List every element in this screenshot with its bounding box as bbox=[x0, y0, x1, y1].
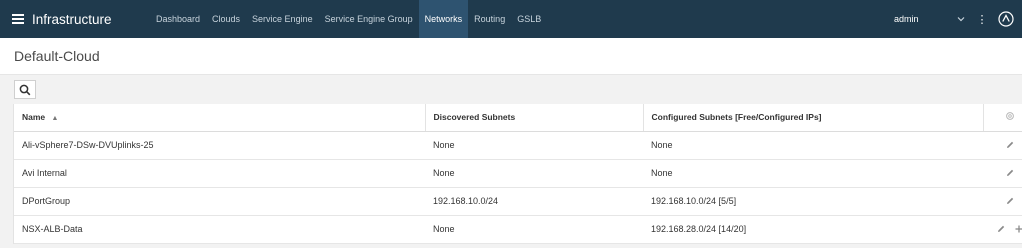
sort-ascending-icon[interactable]: ▲ bbox=[52, 115, 59, 122]
nav-networks[interactable]: Networks bbox=[418, 0, 469, 38]
column-header-configured-subnets[interactable]: Configured Subnets [Free/Configured IPs] bbox=[642, 104, 983, 132]
column-header-label: Name bbox=[22, 112, 46, 123]
pencil-icon[interactable] bbox=[1005, 140, 1015, 150]
table-row[interactable]: Avi Internal None None bbox=[14, 159, 1022, 188]
table-toolbar bbox=[0, 80, 1022, 100]
column-settings-header bbox=[982, 104, 1022, 132]
cell-discovered-subnets: None bbox=[425, 215, 643, 244]
search-icon bbox=[19, 84, 31, 95]
networks-table: Name ▲ Discovered Subnets Configured Sub… bbox=[14, 104, 1022, 244]
pencil-icon[interactable] bbox=[1005, 168, 1015, 178]
row-actions bbox=[983, 159, 1022, 188]
cell-discovered-subnets: 192.168.10.0/24 bbox=[425, 187, 643, 216]
plus-icon[interactable] bbox=[1014, 224, 1022, 234]
cell-name: Avi Internal bbox=[14, 159, 425, 188]
gear-icon[interactable] bbox=[1005, 111, 1015, 121]
column-header-label: Discovered Subnets bbox=[433, 112, 516, 123]
pencil-icon[interactable] bbox=[1005, 196, 1015, 206]
column-header-name[interactable]: Name ▲ bbox=[14, 104, 425, 132]
cell-discovered-subnets: None bbox=[425, 159, 643, 188]
networks-panel: Name ▲ Discovered Subnets Configured Sub… bbox=[0, 75, 1022, 248]
row-actions bbox=[983, 131, 1022, 160]
nav-clouds[interactable]: Clouds bbox=[206, 0, 246, 38]
nav-dashboard[interactable]: Dashboard bbox=[150, 0, 206, 38]
search-button[interactable] bbox=[14, 80, 36, 99]
pencil-icon[interactable] bbox=[996, 224, 1006, 234]
nav-gslb[interactable]: GSLB bbox=[511, 0, 547, 38]
chevron-down-icon[interactable] bbox=[956, 14, 966, 24]
cell-configured-subnets: None bbox=[643, 159, 983, 188]
column-header-label: Configured Subnets [Free/Configured IPs] bbox=[651, 112, 822, 123]
top-navigation-bar: Infrastructure Dashboard Clouds Service … bbox=[0, 0, 1022, 38]
table-row[interactable]: DPortGroup 192.168.10.0/24 192.168.10.0/… bbox=[14, 187, 1022, 216]
user-area: admin ⋮ bbox=[894, 0, 1022, 38]
row-actions bbox=[983, 215, 1022, 244]
networks-table-container: Name ▲ Discovered Subnets Configured Sub… bbox=[13, 104, 1022, 244]
table-row[interactable]: Ali-vSphere7-DSw-DVUplinks-25 None None bbox=[14, 131, 1022, 160]
nav-service-engine[interactable]: Service Engine bbox=[246, 0, 319, 38]
hamburger-icon[interactable] bbox=[12, 14, 24, 24]
page-header: Default-Cloud bbox=[0, 38, 1022, 75]
cell-configured-subnets: 192.168.10.0/24 [5/5] bbox=[643, 187, 983, 216]
nav-routing[interactable]: Routing bbox=[468, 0, 511, 38]
main-nav: Dashboard Clouds Service Engine Service … bbox=[150, 0, 547, 38]
cell-name: NSX-ALB-Data bbox=[14, 215, 425, 244]
row-actions bbox=[983, 187, 1022, 216]
cell-configured-subnets: 192.168.28.0/24 [14/20] bbox=[643, 215, 983, 244]
cell-discovered-subnets: None bbox=[425, 131, 643, 160]
cell-name: DPortGroup bbox=[14, 187, 425, 216]
table-header-row: Name ▲ Discovered Subnets Configured Sub… bbox=[14, 104, 1022, 132]
username[interactable]: admin bbox=[894, 14, 956, 24]
kebab-icon[interactable]: ⋮ bbox=[976, 13, 988, 26]
avi-logo-icon[interactable] bbox=[998, 11, 1014, 27]
app-brand: Infrastructure bbox=[0, 12, 150, 27]
nav-service-engine-group[interactable]: Service Engine Group bbox=[319, 0, 419, 38]
cell-name: Ali-vSphere7-DSw-DVUplinks-25 bbox=[14, 131, 425, 160]
column-header-discovered-subnets[interactable]: Discovered Subnets bbox=[424, 104, 643, 132]
table-row[interactable]: NSX-ALB-Data None 192.168.28.0/24 [14/20… bbox=[14, 215, 1022, 244]
cell-configured-subnets: None bbox=[643, 131, 983, 160]
app-title: Infrastructure bbox=[32, 11, 112, 27]
page-title: Default-Cloud bbox=[14, 48, 100, 64]
